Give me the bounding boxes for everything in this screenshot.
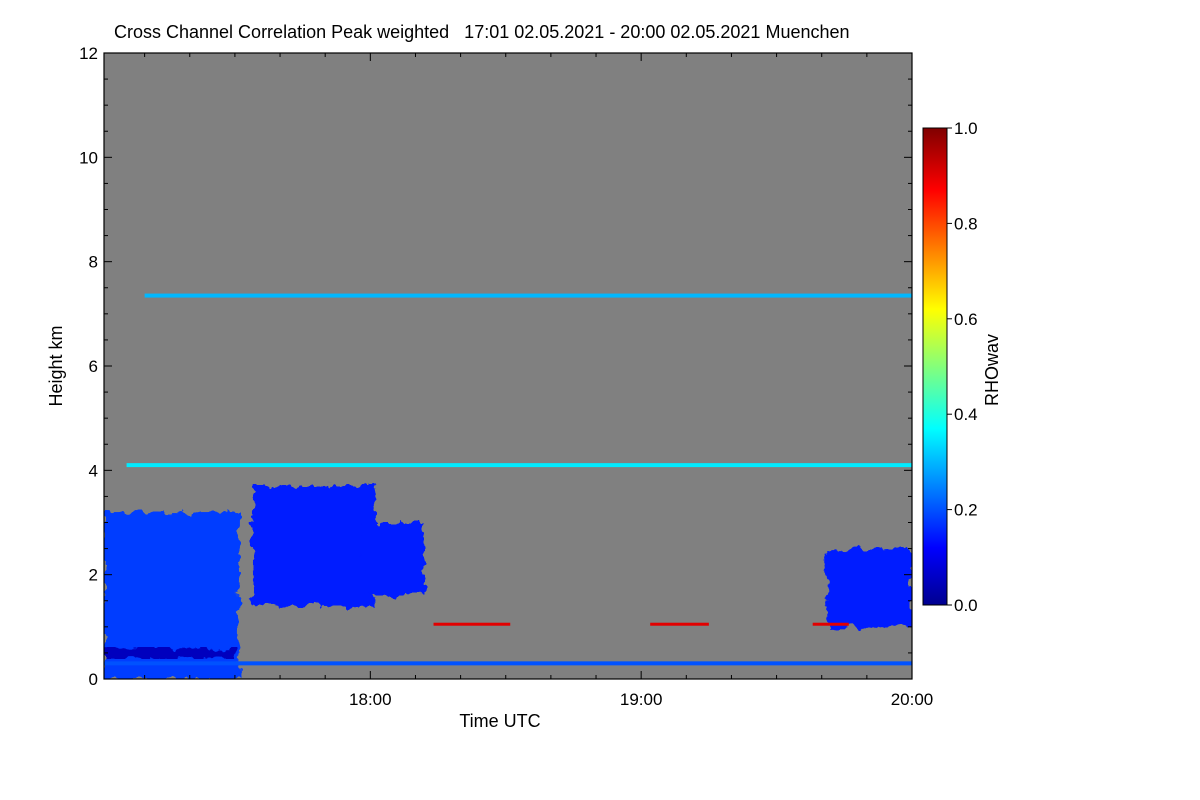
y-tick-label: 10 xyxy=(79,148,98,167)
colorbar-tick-label: 0.4 xyxy=(954,405,978,424)
x-tick-label: 19:00 xyxy=(620,690,663,709)
x-axis-label: Time UTC xyxy=(459,711,540,731)
colorbar-tick-label: 1.0 xyxy=(954,119,978,138)
chart-svg: 0 2 4 6 8 10 12 18:00 19:00 20:00 Time UTC Heigh… xyxy=(46,44,1002,731)
colorbar xyxy=(922,127,948,606)
y-axis-label: Height km xyxy=(46,325,66,406)
y-tick-label: 4 xyxy=(89,461,98,480)
x-tick-label: 20:00 xyxy=(891,690,934,709)
elevated-cloud-3 xyxy=(361,522,425,596)
elevated-cloud-2 xyxy=(252,485,375,606)
red-streak-10 xyxy=(812,622,849,626)
level-line-5 xyxy=(104,661,912,666)
y-tick-label: 0 xyxy=(89,670,98,689)
colorbar-tick-label: 0.0 xyxy=(954,596,978,615)
colorbar-tick-label: 0.2 xyxy=(954,501,978,520)
level-line-7 xyxy=(144,293,912,298)
near-surface-band-1 xyxy=(104,647,235,659)
evening-cloud-4 xyxy=(826,548,912,627)
colorbar-tick-label: 0.6 xyxy=(954,310,978,329)
x-tick-label: 18:00 xyxy=(349,690,392,709)
colorbar-axis: 0.0 0.2 0.4 0.6 0.8 1.0 xyxy=(947,119,978,615)
colorbar-tick-label: 0.8 xyxy=(954,214,978,233)
y-tick-label: 12 xyxy=(79,44,98,63)
colorbar-label: RHOwav xyxy=(982,334,1002,406)
y-tick-label: 6 xyxy=(89,357,98,376)
level-line-6 xyxy=(126,463,912,468)
y-tick-label: 2 xyxy=(89,566,98,585)
red-streak-9 xyxy=(650,622,709,626)
red-streak-8 xyxy=(433,622,511,626)
y-tick-label: 8 xyxy=(89,253,98,272)
